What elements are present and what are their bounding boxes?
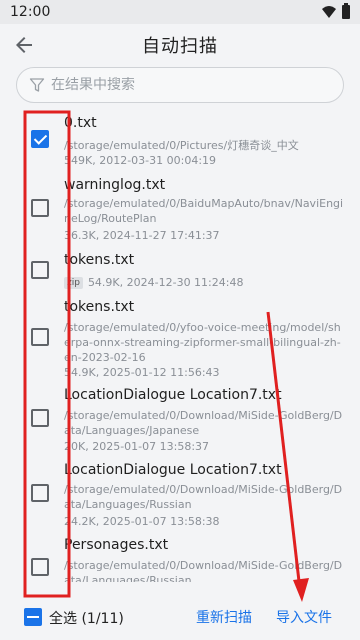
file-meta: 549K, 2012-03-31 00:04:19	[64, 154, 217, 167]
arrow-back-icon[interactable]	[12, 33, 36, 57]
file-name: warninglog.txt	[64, 177, 166, 193]
wifi-icon	[322, 6, 336, 18]
file-path: /storage/emulated/0/Download/MiSide-Gold…	[64, 559, 343, 582]
file-meta: zip 54.9K, 2024-12-30 11:24:48	[64, 276, 243, 289]
file-name: LocationDialogue Location7.txt	[64, 387, 282, 403]
zip-badge: zip	[64, 277, 83, 289]
checkbox[interactable]	[31, 328, 49, 346]
status-icons	[322, 3, 350, 19]
file-path: /storage/emulated/0/Download/MiSide-Gold…	[64, 483, 343, 511]
page-title: 自动扫描	[142, 36, 218, 57]
file-name: tokens.txt	[64, 252, 135, 268]
file-meta: 36.3K, 2024-11-27 17:41:37	[64, 229, 220, 242]
checkbox[interactable]	[31, 409, 49, 427]
file-meta-text: 54.9K, 2024-12-30 11:24:48	[87, 276, 244, 289]
checkbox[interactable]	[31, 484, 49, 502]
search-box[interactable]	[16, 67, 344, 103]
app-bar: 自动扫描	[0, 24, 360, 66]
filter-icon	[29, 78, 45, 92]
checkbox[interactable]	[31, 199, 49, 217]
checkbox[interactable]	[31, 558, 49, 576]
file-path: /storage/emulated/0/Pictures/灯穗奇谈_中文	[64, 139, 299, 152]
battery-icon	[342, 3, 350, 19]
file-meta: 24.2K, 2025-01-07 13:58:38	[64, 515, 220, 528]
checkbox-checked[interactable]	[31, 130, 49, 148]
select-all-label[interactable]: 全选 (1/11)	[49, 608, 124, 628]
status-time: 12:00	[10, 4, 51, 20]
file-path: /storage/emulated/0/yfoo-voice-meeting/m…	[64, 321, 341, 364]
file-path: /storage/emulated/0/BaiduMapAuto/bnav/Na…	[64, 197, 344, 225]
select-all-checkbox[interactable]	[24, 608, 42, 626]
file-name: LocationDialogue Location7.txt	[64, 462, 282, 478]
file-meta: 54.9K, 2025-01-12 11:56:43	[64, 366, 220, 379]
rescan-button[interactable]: 重新扫描	[196, 607, 252, 627]
file-path: /storage/emulated/0/Download/MiSide-Gold…	[64, 409, 343, 437]
status-bar: 12:00	[0, 0, 360, 24]
file-name: tokens.txt	[64, 299, 135, 315]
file-name: Personages.txt	[64, 537, 169, 553]
file-meta: 20K, 2025-01-07 13:58:37	[64, 440, 210, 453]
bottom-bar: 全选 (1/11) 重新扫描 导入文件	[0, 600, 360, 640]
file-name: 0.txt	[64, 115, 97, 131]
search-input[interactable]	[51, 77, 331, 93]
checkbox[interactable]	[31, 261, 49, 279]
import-files-button[interactable]: 导入文件	[276, 607, 332, 627]
file-list: 0.txt /storage/emulated/0/Pictures/灯穗奇谈_…	[0, 112, 360, 582]
